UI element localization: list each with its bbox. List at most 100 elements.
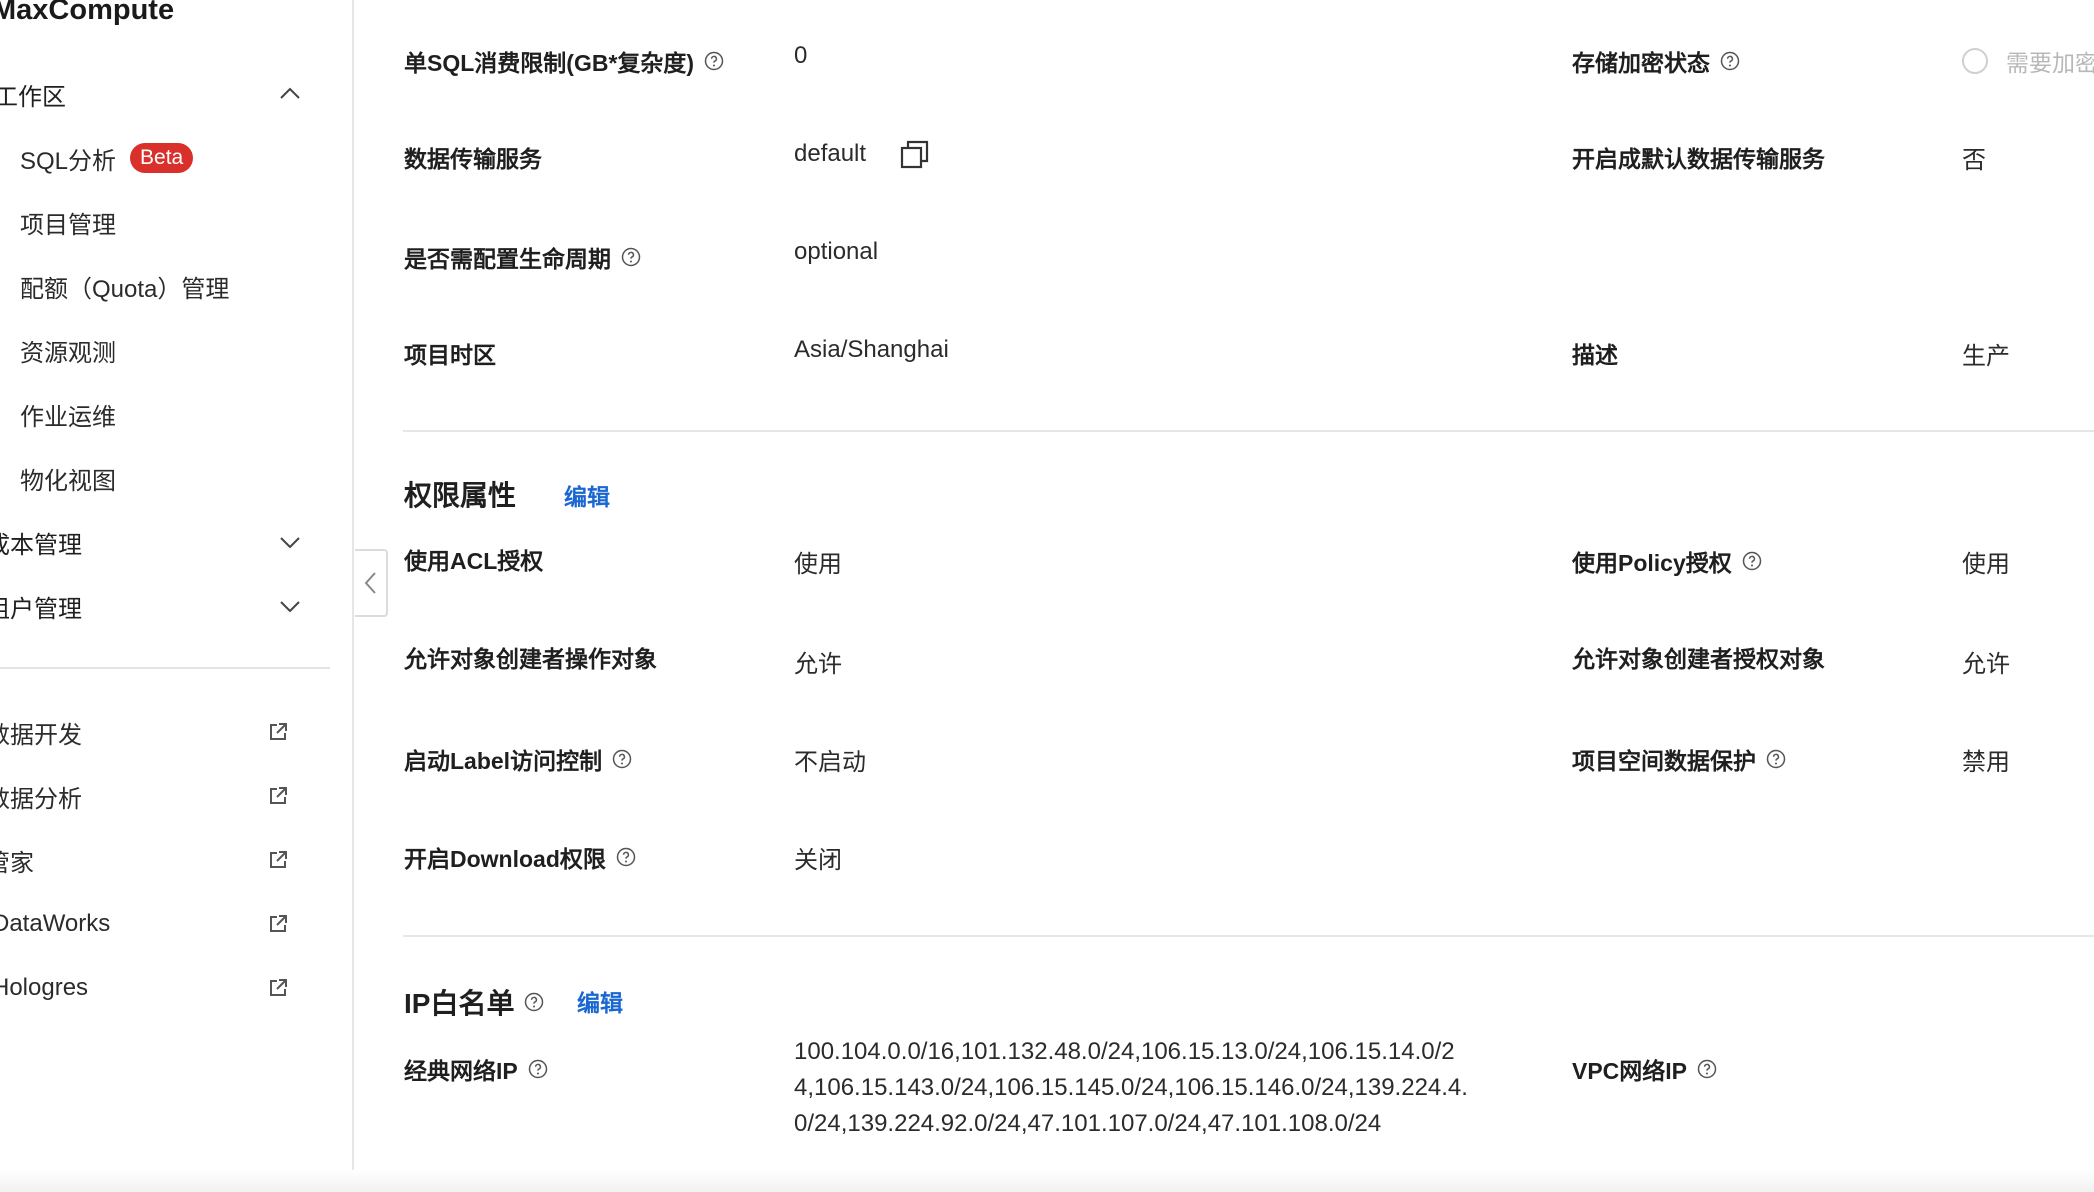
timezone-label: 项目时区 [404,336,496,370]
copy-icon[interactable] [899,139,931,171]
description-label: 描述 [1572,336,1618,370]
external-link-icon [270,723,287,740]
sidebar-item-label: 物化视图 [20,467,116,495]
help-icon[interactable] [616,847,636,867]
transfer-service-value: default [794,140,867,167]
lifecycle-label: 是否需配置生命周期 [404,240,641,274]
external-link-label: 管家 [0,849,34,877]
description-value: 生产 [1962,343,2010,370]
ip-whitelist-title-text: IP白名单 [404,988,515,1019]
data-protection-label-text: 项目空间数据保护 [1572,748,1756,774]
timezone-label-text: 项目时区 [404,342,496,368]
transfer-service-label: 数据传输服务 [404,140,542,174]
nav-group-tenant-management[interactable]: 租户管理 [0,586,306,626]
project-detail-panel: 单SQL消费限制(GB*复杂度) 0 存储加密状态 需要加密 数据传输服务 de… [356,0,2094,1192]
label-control-label: 启动Label访问控制 [404,742,632,776]
storage-encryption-label-text: 存储加密状态 [1572,50,1710,76]
permission-edit-link[interactable]: 编辑 [564,478,610,512]
external-link-data-analysis[interactable]: 数据分析 [0,776,287,816]
classic-ip-label-text: 经典网络IP [404,1058,518,1084]
help-icon[interactable] [524,992,544,1012]
nav-group-label: 工作区 [0,83,66,111]
policy-label-text: 使用Policy授权 [1572,550,1732,576]
external-link-dataworks[interactable]: DataWorks [0,904,292,944]
sidebar-item-label: 作业运维 [20,403,116,431]
creator-operate-label: 允许对象创建者操作对象 [404,640,657,674]
external-link-hologres[interactable]: Hologres [0,968,292,1008]
data-protection-label: 项目空间数据保护 [1572,742,1786,776]
external-link-data-development[interactable]: 数据开发 [0,712,287,752]
sidebar-item-sql-analysis[interactable]: SQL分析 Beta [20,138,194,178]
external-link-label: 数据分析 [0,785,82,813]
sidebar-item-label: 资源观测 [20,339,116,367]
lifecycle-label-text: 是否需配置生命周期 [404,246,611,272]
radio-circle[interactable] [1962,48,1988,74]
default-transfer-label: 开启成默认数据传输服务 [1572,140,1825,174]
sql-limit-value: 0 [794,42,808,69]
sidebar-item-label: 配额（Quota）管理 [20,275,230,303]
creator-operate-label-text: 允许对象创建者操作对象 [404,646,657,672]
help-icon[interactable] [528,1059,548,1079]
external-link-icon [270,851,287,868]
help-icon[interactable] [1742,551,1762,571]
acl-value: 使用 [794,551,842,578]
acl-label: 使用ACL授权 [404,542,543,576]
timezone-value: Asia/Shanghai [794,336,949,363]
section-divider [403,935,2094,937]
description-label-text: 描述 [1572,342,1618,368]
download-label: 开启Download权限 [404,840,636,874]
permission-section-title: 权限属性 [404,474,516,514]
creator-grant-value: 允许 [1962,651,2010,678]
ip-whitelist-edit-link[interactable]: 编辑 [577,984,623,1018]
help-icon[interactable] [1766,749,1786,769]
vpc-ip-label: VPC网络IP [1572,1052,1717,1086]
help-icon[interactable] [621,247,641,267]
sidebar-item-project-management[interactable]: 项目管理 [20,202,116,242]
ip-whitelist-section-title: IP白名单 [404,982,544,1022]
storage-encryption-label: 存储加密状态 [1572,44,1740,78]
help-icon[interactable] [1720,51,1740,71]
label-control-label-text: 启动Label访问控制 [404,748,603,774]
external-link-butler[interactable]: 管家 [0,840,287,880]
sidebar-item-quota-management[interactable]: 配额（Quota）管理 [20,266,229,306]
app-title: MaxCompute [0,0,175,26]
sidebar-item-label: 项目管理 [20,211,116,239]
beta-badge: Beta [130,143,194,173]
vpc-ip-label-text: VPC网络IP [1572,1058,1688,1084]
sidebar-item-job-ops[interactable]: 作业运维 [20,394,116,434]
policy-value: 使用 [1962,551,2010,578]
data-protection-value: 禁用 [1962,749,2010,776]
download-label-text: 开启Download权限 [404,846,606,872]
sidebar-divider [0,667,330,669]
classic-ip-label: 经典网络IP [404,1052,548,1086]
default-transfer-label-text: 开启成默认数据传输服务 [1572,146,1825,172]
permission-title-text: 权限属性 [404,480,517,511]
classic-ip-value: 100.104.0.0/16,101.132.48.0/24,106.15.13… [794,1038,1468,1137]
chevron-down-icon [280,537,300,549]
external-link-label: DataWorks [0,910,111,937]
acl-label-text: 使用ACL授权 [404,548,544,574]
sidebar: MaxCompute 工作区 SQL分析 Beta 项目管理 配额（Quota）… [0,0,354,1192]
external-link-label: 数据开发 [0,721,82,749]
nav-group-cost-management[interactable]: 成本管理 [0,522,306,562]
encryption-radio-label: 需要加密 [2006,50,2094,76]
external-link-icon [270,979,287,996]
external-link-icon [270,915,287,932]
download-value: 关闭 [794,847,842,874]
nav-group-label: 租户管理 [0,595,82,623]
nav-group-label: 成本管理 [0,531,82,559]
help-icon[interactable] [612,749,632,769]
creator-grant-label-text: 允许对象创建者授权对象 [1572,646,1825,672]
sidebar-item-resource-observation[interactable]: 资源观测 [20,330,116,370]
chevron-down-icon [280,601,300,613]
encryption-radio[interactable]: 需要加密 [1962,44,2094,78]
label-control-value: 不启动 [794,749,866,776]
help-icon[interactable] [1697,1059,1717,1079]
sql-limit-label-text: 单SQL消费限制(GB*复杂度) [404,50,695,76]
sidebar-item-label: SQL分析 [20,147,117,175]
nav-group-workspace[interactable]: 工作区 [0,74,314,114]
help-icon[interactable] [704,51,724,71]
creator-grant-label: 允许对象创建者授权对象 [1572,640,1825,674]
default-transfer-value: 否 [1962,147,1986,174]
sidebar-item-materialized-view[interactable]: 物化视图 [20,458,116,498]
